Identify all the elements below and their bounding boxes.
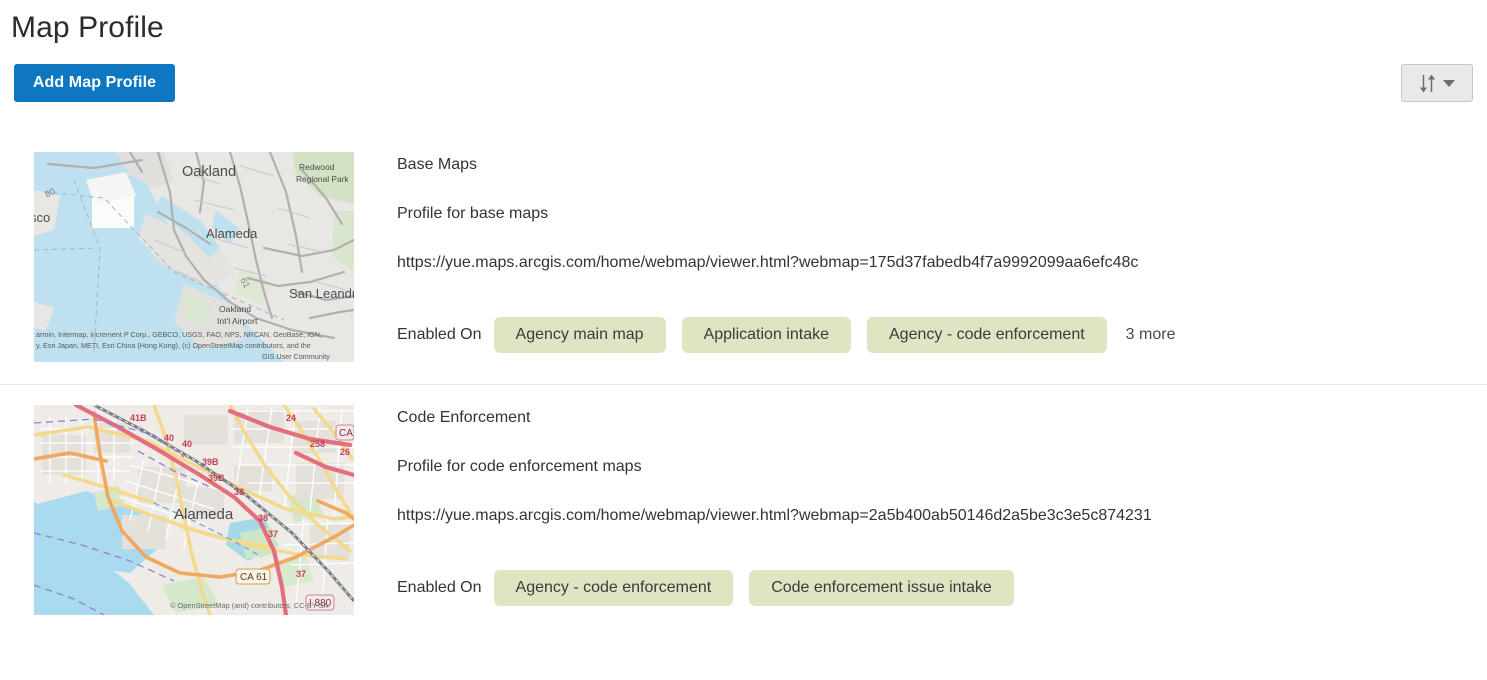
add-map-profile-button[interactable]: Add Map Profile: [14, 64, 175, 102]
svg-text:CA: CA: [339, 428, 353, 439]
svg-text:San Leandr: San Leandr: [289, 286, 354, 301]
svg-text:CA 61: CA 61: [240, 572, 268, 583]
map-profile-details: Code Enforcement Profile for code enforc…: [397, 405, 1487, 606]
profile-description: Profile for base maps: [397, 204, 1487, 224]
profile-url: https://yue.maps.arcgis.com/home/webmap/…: [397, 506, 1487, 526]
map-profile-row[interactable]: 80 61 Oakland Alameda San Leandr sco Red…: [0, 132, 1487, 384]
page-title: Map Profile: [11, 8, 164, 48]
svg-text:Oakland: Oakland: [219, 304, 251, 314]
svg-text:37: 37: [268, 529, 278, 539]
svg-text:40: 40: [182, 439, 192, 449]
svg-text:Regional Park: Regional Park: [296, 174, 349, 184]
profile-name: Code Enforcement: [397, 408, 1487, 428]
map-thumbnail-base-maps[interactable]: 80 61 Oakland Alameda San Leandr sco Red…: [34, 152, 354, 362]
profile-url: https://yue.maps.arcgis.com/home/webmap/…: [397, 253, 1487, 273]
svg-text:39B: 39B: [202, 457, 219, 467]
enabled-on-row: Enabled On Agency main map Application i…: [397, 317, 1487, 353]
svg-text:41B: 41B: [130, 413, 147, 423]
sort-button[interactable]: [1401, 64, 1473, 102]
profile-name: Base Maps: [397, 155, 1487, 175]
enabled-on-label: Enabled On: [397, 326, 482, 344]
enabled-chip[interactable]: Agency - code enforcement: [494, 570, 734, 606]
sort-arrows-icon: [1419, 74, 1436, 93]
profile-description: Profile for code enforcement maps: [397, 457, 1487, 477]
svg-text:40: 40: [164, 433, 174, 443]
chevron-down-icon: [1443, 80, 1455, 87]
svg-text:39B: 39B: [208, 473, 225, 483]
svg-text:Redwood: Redwood: [299, 162, 335, 172]
svg-text:armin, Intermap, increment P C: armin, Intermap, increment P Corp., GEBC…: [36, 330, 322, 339]
enabled-chip[interactable]: Application intake: [682, 317, 851, 353]
map-profile-list: 80 61 Oakland Alameda San Leandr sco Red…: [0, 132, 1487, 637]
svg-text:37: 37: [296, 569, 306, 579]
svg-text:38: 38: [258, 513, 268, 523]
map-profile-details: Base Maps Profile for base maps https://…: [397, 152, 1487, 353]
svg-text:Int'l Airport: Int'l Airport: [217, 316, 258, 326]
enabled-chip[interactable]: Agency main map: [494, 317, 666, 353]
enabled-chip[interactable]: Code enforcement issue intake: [749, 570, 1014, 606]
svg-text:Oakland: Oakland: [182, 164, 236, 180]
svg-text:y, Esri Japan, METI, Esri Chin: y, Esri Japan, METI, Esri China (Hong Ko…: [36, 341, 311, 350]
svg-text:24: 24: [286, 413, 296, 423]
svg-text:258: 258: [310, 439, 325, 449]
svg-text:Alameda: Alameda: [206, 226, 258, 241]
more-count-link[interactable]: 3 more: [1126, 326, 1176, 344]
svg-text:26: 26: [340, 447, 350, 457]
enabled-on-label: Enabled On: [397, 579, 482, 597]
svg-text:sco: sco: [34, 210, 50, 225]
map-thumbnail-code-enforcement[interactable]: 41B 40 40 39B 39B 38 38 37 37 24 258 26: [34, 405, 354, 615]
enabled-chip[interactable]: Agency - code enforcement: [867, 317, 1107, 353]
svg-text:© OpenStreetMap (and) contribu: © OpenStreetMap (and) contributors, CC-B…: [170, 601, 328, 610]
svg-text:38: 38: [234, 487, 244, 497]
enabled-on-row: Enabled On Agency - code enforcement Cod…: [397, 570, 1487, 606]
map-profile-row[interactable]: 41B 40 40 39B 39B 38 38 37 37 24 258 26: [0, 384, 1487, 637]
svg-text:Alameda: Alameda: [174, 506, 234, 523]
svg-text:GIS User Community: GIS User Community: [262, 352, 330, 361]
